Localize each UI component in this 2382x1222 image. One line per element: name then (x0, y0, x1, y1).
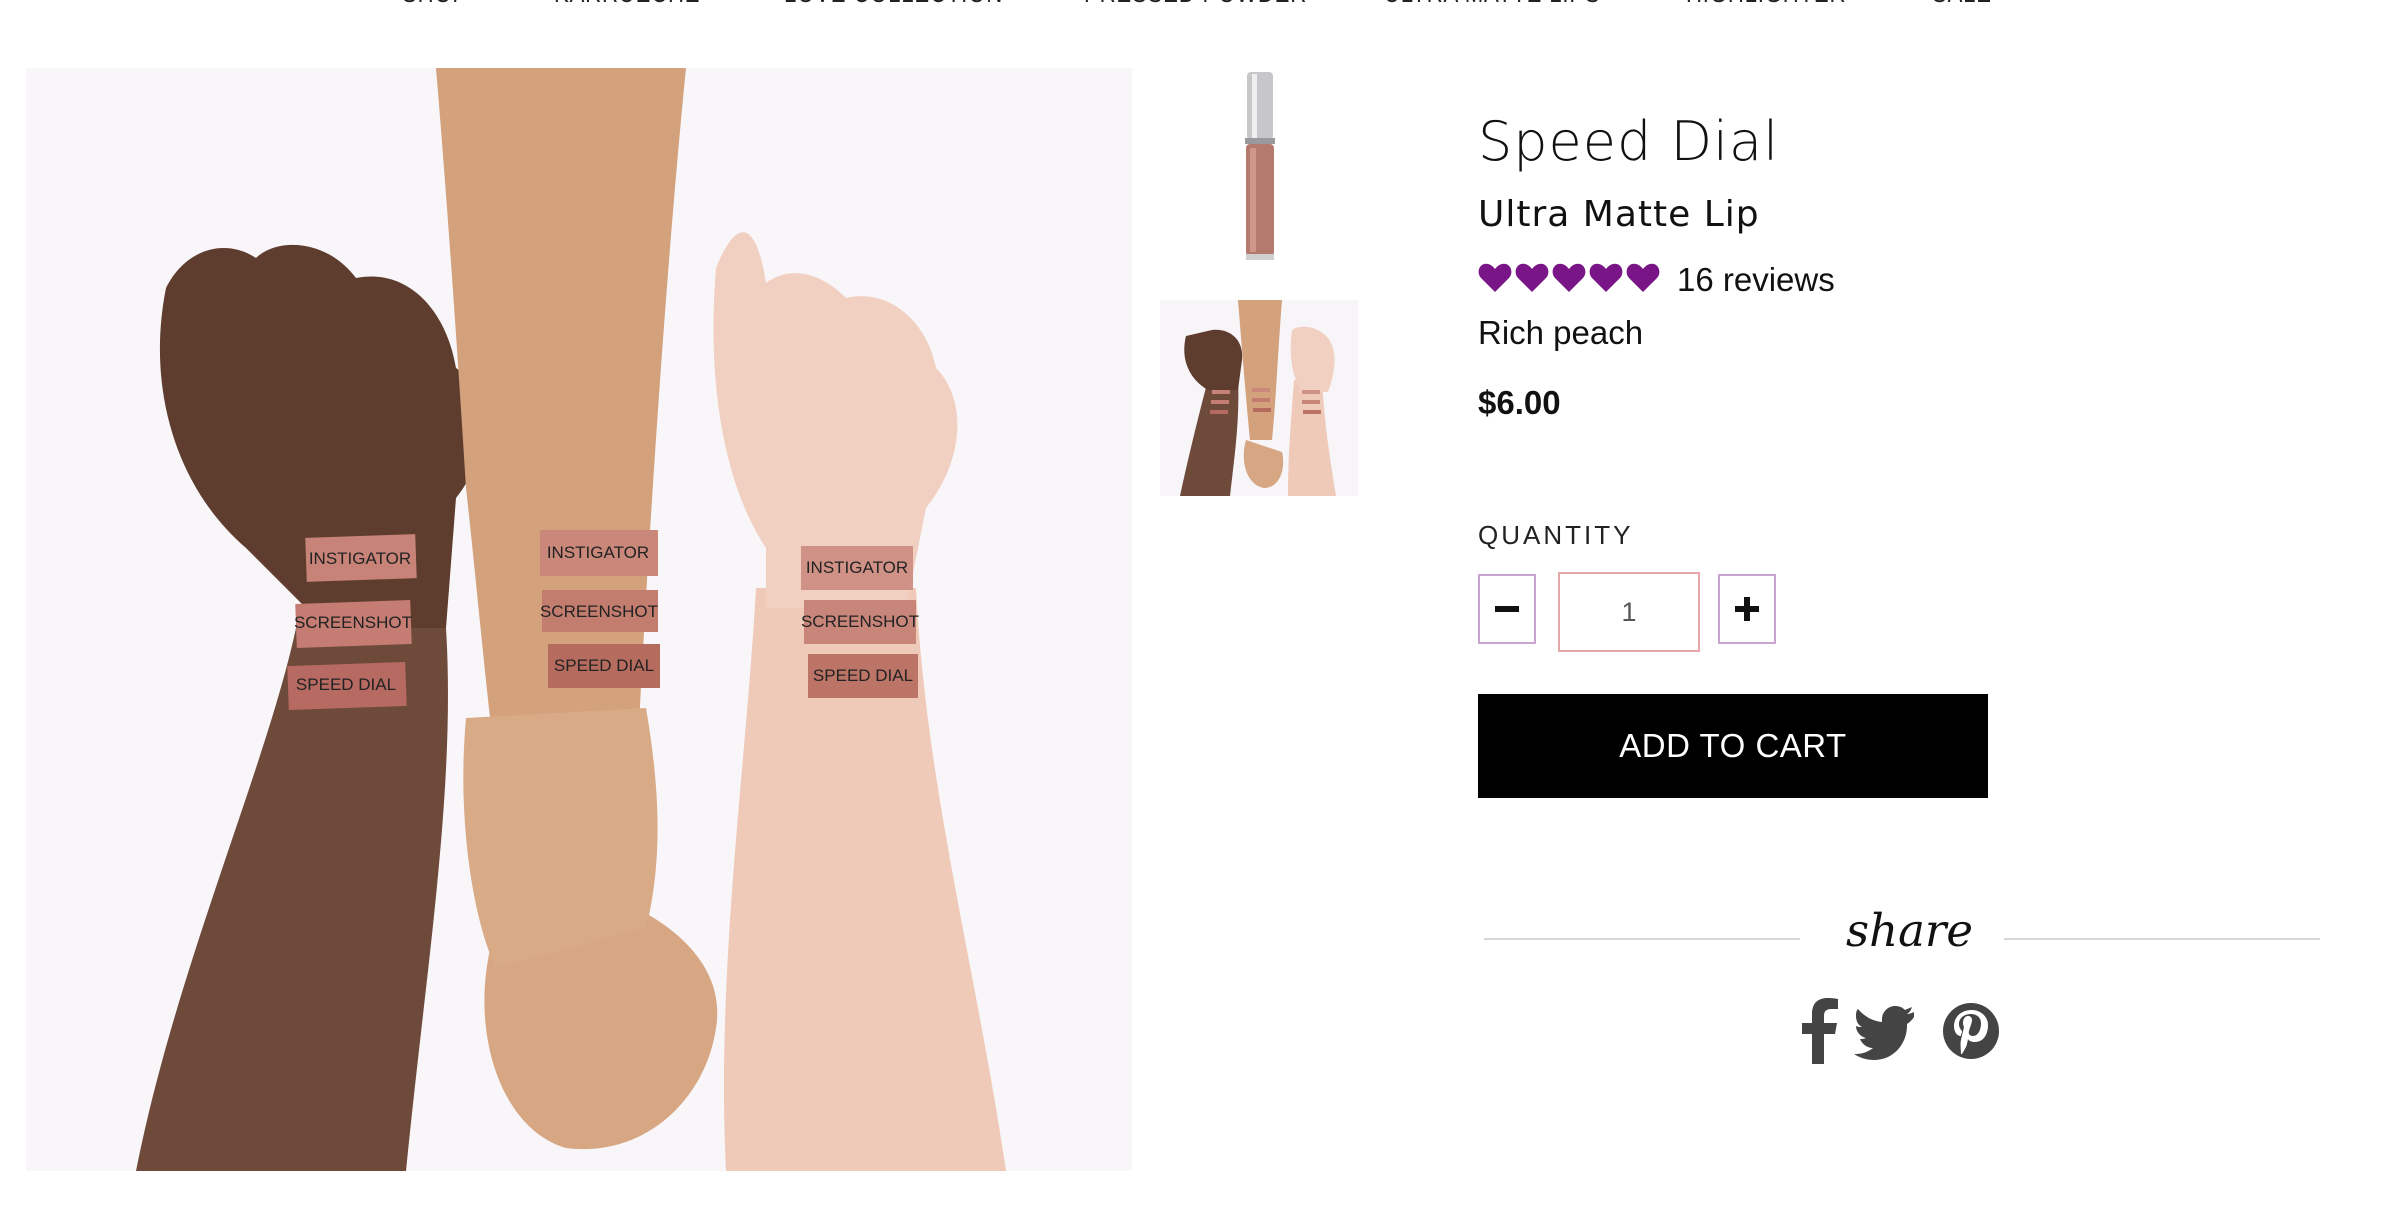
heart-icon (1478, 263, 1512, 292)
swatch-label: SCREENSHOT (801, 612, 919, 631)
heart-icon (1515, 263, 1549, 292)
heart-icon (1626, 263, 1660, 292)
minus-icon (1495, 606, 1519, 612)
thumbnail-arm-swatches[interactable] (1160, 300, 1358, 496)
facebook-icon[interactable] (1790, 996, 1852, 1066)
quantity-increase-button[interactable] (1718, 574, 1776, 644)
swatch-label: INSTIGATOR (547, 543, 649, 562)
heart-icon (1589, 263, 1623, 292)
pinterest-icon[interactable] (1940, 996, 2002, 1066)
swatch-label: SPEED DIAL (296, 675, 396, 694)
swatch-label: SPEED DIAL (554, 656, 654, 675)
share-heading: share (1846, 904, 1974, 957)
thumbnail-product-tube[interactable] (1160, 68, 1360, 264)
share-divider-left (1484, 938, 1800, 940)
product-subtitle: Ultra Matte Lip (1478, 194, 1760, 235)
quantity-decrease-button[interactable] (1478, 574, 1536, 644)
product-rating[interactable]: 16 reviews (1478, 260, 1835, 300)
shade-description: Rich peach (1478, 314, 1644, 351)
product-price: $6.00 (1478, 384, 1561, 421)
swatch-label: SCREENSHOT (540, 602, 658, 621)
twitter-icon[interactable] (1854, 996, 1918, 1066)
quantity-label: QUANTITY (1478, 520, 1634, 550)
swatch-label: SPEED DIAL (813, 666, 913, 685)
main-product-image[interactable]: INSTIGATOR SCREENSHOT SPEED DIAL INSTIGA… (26, 68, 1132, 1171)
nav-item-pressed-powder[interactable]: PRESSED POWDER (1084, 0, 1307, 9)
nav-item-karrueche[interactable]: KARRUECHE (554, 0, 700, 9)
nav-item-ultra-matte-lips[interactable]: ULTRA MATTE LIPS (1384, 0, 1601, 9)
product-title: Speed Dial (1478, 110, 1780, 173)
nav-item-shop[interactable]: SHOP (402, 0, 468, 9)
nav-item-sale[interactable]: SALE (1932, 0, 1992, 9)
swatch-label: SCREENSHOT (294, 613, 412, 632)
plus-icon (1735, 597, 1759, 621)
rating-hearts (1478, 262, 1663, 299)
nav-item-love-collection[interactable]: LOVE COLLECTION (784, 0, 1003, 9)
share-divider-right (2004, 938, 2320, 940)
quantity-input[interactable]: 1 (1558, 572, 1700, 652)
heart-icon (1552, 263, 1586, 292)
top-navigation: SHOP KARRUECHE LOVE COLLECTION PRESSED P… (0, 0, 2382, 18)
reviews-link[interactable]: 16 reviews (1677, 261, 1835, 299)
wrist-medium (463, 708, 658, 968)
add-to-cart-button[interactable]: ADD TO CART (1478, 694, 1988, 798)
swatch-label: INSTIGATOR (309, 549, 411, 568)
swatch-label: INSTIGATOR (806, 558, 908, 577)
nav-item-highlighter[interactable]: HIGHLIGHTER (1686, 0, 1846, 9)
